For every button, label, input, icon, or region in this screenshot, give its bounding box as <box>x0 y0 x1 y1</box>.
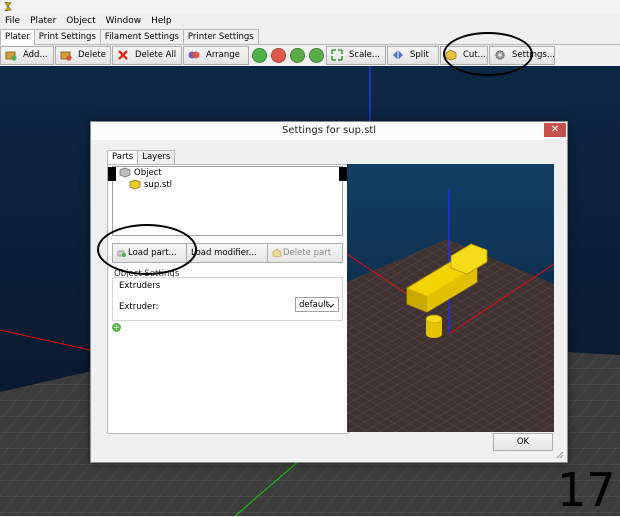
annotation-circle-load-part <box>97 224 197 275</box>
tree-part-label: sup.stl <box>144 179 173 190</box>
tab-parts[interactable]: Parts <box>107 150 139 165</box>
delete-brick-icon <box>60 49 72 61</box>
arrange-label: Arrange <box>206 50 240 60</box>
annotation-circle-settings <box>443 32 533 76</box>
split-label: Split <box>410 50 429 60</box>
scale-label: Scale... <box>349 50 380 60</box>
menu-object[interactable]: Object <box>61 14 100 29</box>
arrange-icon <box>188 49 200 61</box>
close-icon[interactable]: ✕ <box>544 123 566 137</box>
tree-item-part[interactable]: sup.stl <box>129 179 172 190</box>
resize-grip-icon[interactable] <box>556 451 564 459</box>
dialog-titlebar: Settings for sup.stl ✕ <box>91 122 567 140</box>
extruder-select-value: default <box>299 300 329 310</box>
tree-item-object[interactable]: Object <box>119 167 162 178</box>
tab-print-settings[interactable]: Print Settings <box>33 29 101 44</box>
extruder-select[interactable]: default <box>295 297 339 312</box>
delete-button[interactable]: Delete <box>55 45 111 65</box>
step-number: 17 <box>557 463 616 517</box>
scale-arrows-icon <box>331 49 343 61</box>
menu-help[interactable]: Help <box>146 14 177 29</box>
preview-scene <box>347 164 554 432</box>
add-brick-icon <box>5 49 17 61</box>
window-titlebar <box>0 0 620 14</box>
rotate-right-icon[interactable] <box>309 47 324 63</box>
add-button-label: Add... <box>23 50 48 60</box>
arrange-button[interactable]: Arrange <box>183 45 249 65</box>
load-modifier-label: Load modifier... <box>191 248 257 258</box>
tree-left-edge <box>108 167 116 181</box>
tab-printer-settings[interactable]: Printer Settings <box>182 29 259 44</box>
delete-all-button[interactable]: Delete All <box>112 45 182 65</box>
rotate-left-icon[interactable] <box>290 47 305 63</box>
menu-file[interactable]: File <box>0 14 25 29</box>
extruders-group: Extruders Extruder: default <box>112 277 343 321</box>
parts-panel: Object sup.stl Load part... Load modifie… <box>107 164 349 434</box>
tab-plater[interactable]: Plater <box>0 29 35 45</box>
menu-window[interactable]: Window <box>101 14 147 29</box>
tab-filament-settings[interactable]: Filament Settings <box>99 29 184 44</box>
delete-part-button[interactable]: Delete part <box>267 243 343 263</box>
load-modifier-button[interactable]: Load modifier... <box>186 243 269 263</box>
tree-right-edge <box>339 167 347 181</box>
slic3r-logo-icon <box>4 1 12 12</box>
split-shape-icon <box>392 49 404 61</box>
menu-plater[interactable]: Plater <box>25 14 61 29</box>
extruder-label: Extruder: <box>119 302 159 312</box>
tab-layers[interactable]: Layers <box>137 150 176 165</box>
tree-object-label: Object <box>134 167 162 178</box>
decrease-copies-icon[interactable] <box>271 47 286 63</box>
increase-copies-icon[interactable] <box>252 47 267 63</box>
delete-all-label: Delete All <box>135 50 177 60</box>
delete-part-label: Delete part <box>283 248 332 258</box>
ok-button[interactable]: OK <box>493 433 553 451</box>
menu-bar: File Plater Object Window Help <box>0 14 620 29</box>
settings-dialog: Settings for sup.stl ✕ Parts Layers Obje… <box>90 121 568 463</box>
dialog-tabs: Parts Layers <box>107 150 176 165</box>
add-setting-plus-icon[interactable]: + <box>112 323 121 332</box>
red-x-icon <box>117 49 129 61</box>
extruders-title: Extruders <box>119 281 161 291</box>
dialog-title: Settings for sup.stl <box>281 125 377 136</box>
split-button[interactable]: Split <box>387 45 439 65</box>
object-cube-icon <box>119 167 131 178</box>
delete-part-icon <box>272 248 282 258</box>
scale-button[interactable]: Scale... <box>326 45 386 65</box>
chevron-down-icon <box>327 303 335 308</box>
part-cube-icon <box>129 179 141 190</box>
part-preview-canvas[interactable] <box>347 164 554 432</box>
add-button[interactable]: Add... <box>0 45 54 65</box>
delete-button-label: Delete <box>78 50 106 60</box>
